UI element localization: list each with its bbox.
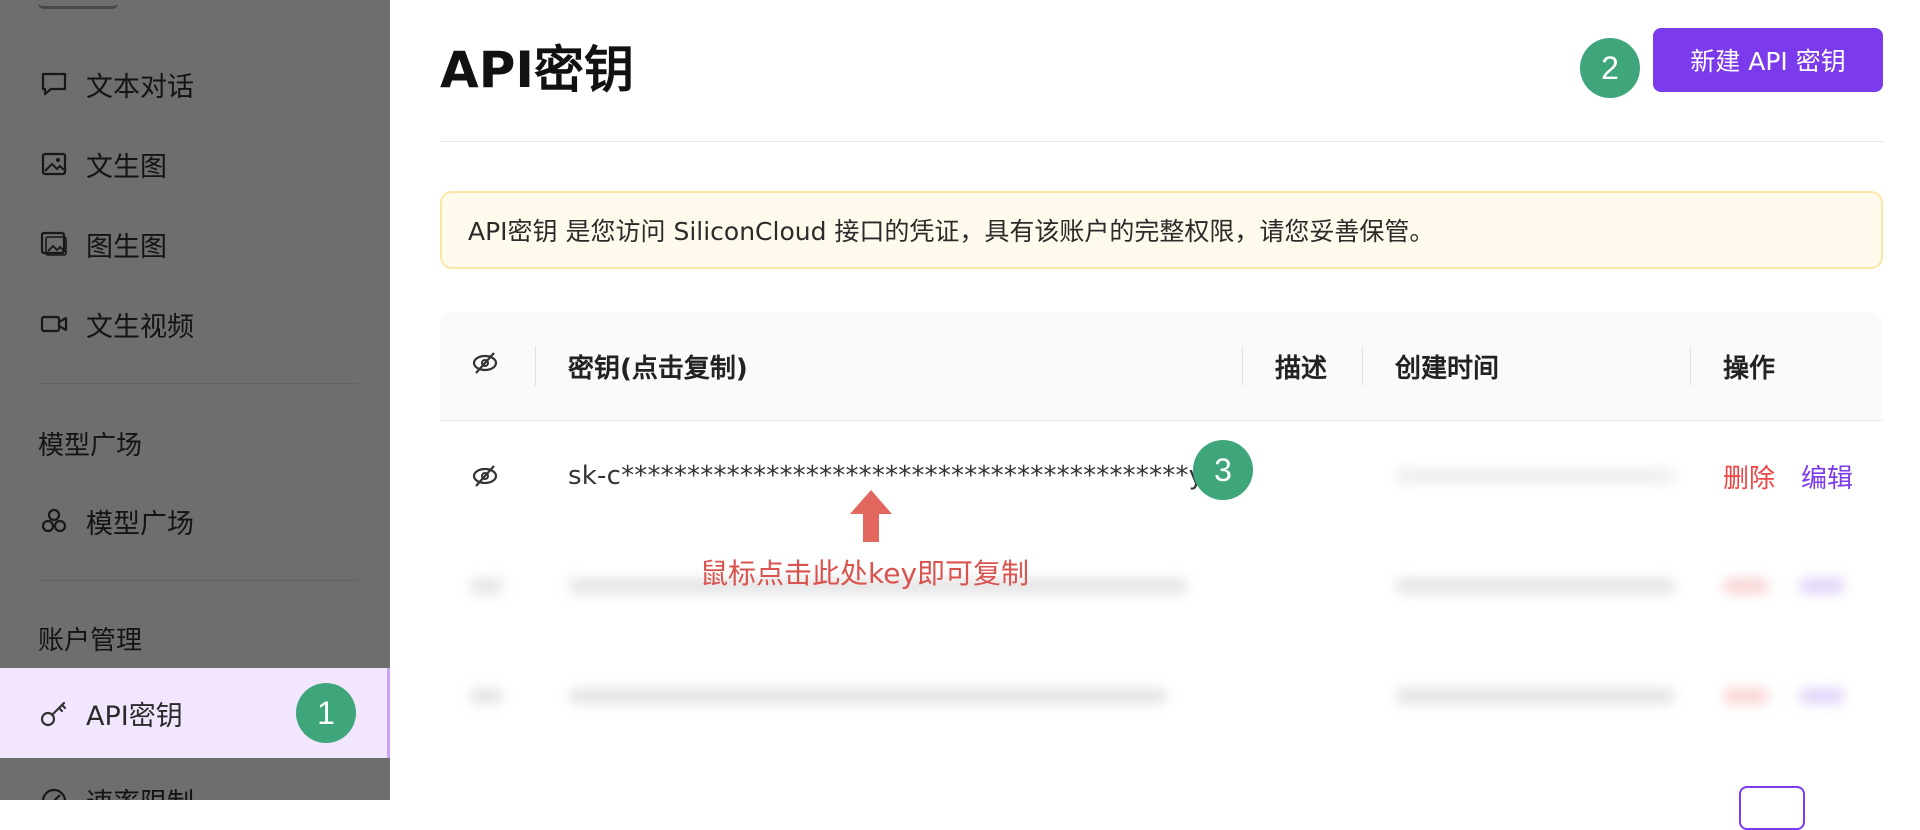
main-content: API密钥 2 新建 API 密钥 API密钥 是您访问 SiliconClou… — [390, 0, 1920, 830]
header-created: 创建时间 — [1395, 353, 1500, 384]
sidebar-item-label: API密钥 — [86, 700, 183, 732]
sidebar-item-label: 文生视频 — [86, 311, 194, 343]
delete-button[interactable]: 删除 — [1723, 458, 1775, 495]
sidebar-top-fragment — [38, 0, 118, 9]
blurred-cell — [470, 641, 504, 751]
header-divider — [440, 141, 1883, 142]
blurred-cell — [568, 641, 1168, 751]
sidebar-item-text-to-image[interactable]: 文生图 — [0, 124, 390, 204]
eye-off-icon — [470, 348, 500, 385]
sidebar-item-image-to-image[interactable]: 图生图 — [0, 204, 390, 284]
image-icon — [38, 148, 70, 180]
cubes-icon — [38, 505, 70, 537]
video-icon — [38, 308, 70, 340]
images-icon — [38, 228, 70, 260]
header-desc: 描述 — [1275, 353, 1328, 384]
header-separator — [1362, 346, 1363, 386]
annotation-badge-1: 1 — [296, 683, 356, 743]
header-key: 密钥(点击复制) — [568, 353, 748, 384]
arrow-up-icon — [846, 488, 896, 544]
blurred-cell — [1395, 641, 1675, 751]
key-icon — [38, 697, 70, 729]
blurred-cell — [1723, 531, 1845, 641]
table-header: 密钥(点击复制) 描述 创建时间 操作 — [440, 312, 1883, 421]
gauge-icon — [38, 784, 70, 800]
new-api-key-button[interactable]: 新建 API 密钥 — [1653, 28, 1883, 92]
table-row: sk-c************************************… — [440, 421, 1883, 531]
sidebar-item-text-to-video[interactable]: 文生视频 — [0, 284, 390, 364]
header-actions: 操作 — [1723, 353, 1776, 384]
sidebar-divider — [38, 580, 358, 581]
blurred-cell — [1395, 531, 1675, 641]
annotation-badge-2: 2 — [1580, 38, 1640, 98]
sidebar-item-label: 图生图 — [86, 231, 167, 263]
header-separator — [1242, 346, 1243, 386]
api-key-value[interactable]: sk-c************************************… — [568, 421, 1246, 531]
sidebar-item-models[interactable]: 模型广场 — [0, 481, 390, 561]
annotation-badge-3: 3 — [1193, 440, 1253, 500]
sidebar-item-label: 文生图 — [86, 151, 167, 183]
header-separator — [535, 346, 536, 386]
table-row — [440, 531, 1883, 641]
sidebar-item-label: 文本对话 — [86, 71, 194, 103]
notice-banner: API密钥 是您访问 SiliconCloud 接口的凭证，具有该账户的完整权限… — [440, 191, 1883, 269]
pagination-fragment[interactable] — [1739, 786, 1805, 830]
blurred-cell — [470, 531, 504, 641]
chat-bubble-icon — [38, 68, 70, 100]
sidebar-item-rate-limit[interactable]: 速率限制 — [0, 760, 390, 800]
sidebar-item-text-chat[interactable]: 文本对话 — [0, 44, 390, 124]
annotation-hint: 鼠标点击此处key即可复制 — [700, 557, 1030, 590]
created-time-blurred — [1395, 421, 1685, 531]
sidebar-item-label: 模型广场 — [86, 508, 194, 540]
api-key-table: 密钥(点击复制) 描述 创建时间 操作 sk-c****************… — [440, 312, 1883, 751]
edit-button[interactable]: 编辑 — [1801, 458, 1853, 495]
row-actions: 删除 编辑 — [1723, 421, 1853, 531]
sidebar-section-models: 模型广场 — [38, 431, 143, 461]
toggle-visibility-header[interactable] — [470, 312, 500, 420]
eye-off-icon[interactable] — [470, 421, 500, 531]
page-title: API密钥 — [440, 41, 634, 99]
blurred-cell — [1723, 641, 1845, 751]
sidebar-section-account: 账户管理 — [38, 626, 143, 656]
header-separator — [1690, 346, 1691, 386]
sidebar: 文本对话 文生图 图生图 文生视频 模型广场 模型广场 账户管理 速率限制 — [0, 0, 390, 800]
sidebar-divider — [38, 383, 358, 384]
table-row — [440, 641, 1883, 751]
sidebar-item-api-keys[interactable]: API密钥 1 — [0, 668, 390, 758]
sidebar-item-label: 速率限制 — [86, 781, 194, 801]
